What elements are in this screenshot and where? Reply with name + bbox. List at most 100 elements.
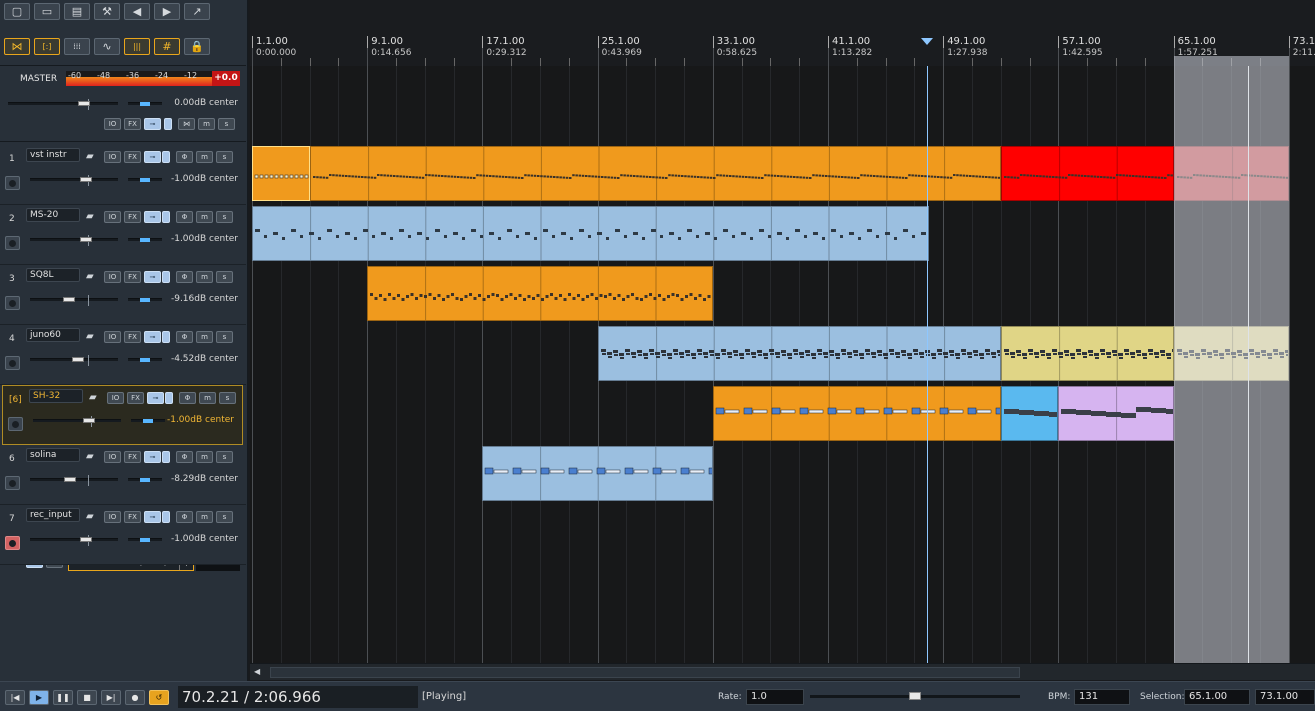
mute-button[interactable]: m: [199, 392, 216, 404]
redo-button[interactable]: ▶: [154, 3, 180, 20]
track-name-field[interactable]: MS-20: [26, 208, 80, 222]
master-fx-button[interactable]: FX: [124, 118, 141, 130]
record-arm-button[interactable]: [5, 176, 20, 190]
pan-knob[interactable]: [140, 298, 150, 302]
master-volume-knob[interactable]: [78, 101, 90, 106]
ruler-marker[interactable]: 33.1.00 0:58.625: [712, 36, 757, 64]
solo-button[interactable]: s: [216, 331, 233, 343]
io-button[interactable]: IO: [104, 511, 121, 523]
track-header-ms-20[interactable]: 2 MS-20 ▰ IO FX ⊸ Φm s -1.00dB center: [0, 205, 246, 265]
master-solo-button[interactable]: s: [218, 118, 235, 130]
phase-button[interactable]: Φ: [176, 331, 193, 343]
volume-knob[interactable]: [72, 357, 84, 362]
grid-hash-button[interactable]: #: [154, 38, 180, 55]
clip-red[interactable]: [1000, 146, 1174, 201]
solo-button[interactable]: s: [219, 392, 236, 404]
envelope-button[interactable]: ⊸: [144, 451, 161, 463]
new-file-button[interactable]: ▢: [4, 3, 30, 20]
record-arm-button[interactable]: [5, 536, 20, 550]
master-mute-button[interactable]: m: [198, 118, 215, 130]
loop-button[interactable]: ↺: [149, 690, 169, 705]
selection-end-field[interactable]: 73.1.00: [1255, 689, 1315, 705]
folder-icon[interactable]: ▰: [86, 331, 94, 342]
rate-field[interactable]: 1.0: [746, 689, 804, 705]
pan-slider[interactable]: [128, 538, 162, 542]
clip-lightblue[interactable]: [482, 446, 713, 501]
solo-button[interactable]: s: [216, 211, 233, 223]
pan-knob[interactable]: [143, 419, 153, 423]
rate-slider-knob[interactable]: [909, 692, 921, 700]
solo-button[interactable]: s: [216, 271, 233, 283]
fx-button[interactable]: FX: [124, 151, 141, 163]
pan-knob[interactable]: [140, 538, 150, 542]
scroll-left-icon[interactable]: ◀: [254, 667, 266, 678]
ruler-marker[interactable]: 41.1.00 1:13.282: [828, 36, 872, 64]
volume-slider[interactable]: [30, 175, 118, 186]
pan-slider[interactable]: [128, 298, 162, 302]
ruler-marker[interactable]: 57.1.00 1:42.595: [1058, 36, 1103, 64]
ruler-marker[interactable]: 1.1.00 0:00.000: [252, 36, 296, 64]
volume-slider[interactable]: [33, 416, 121, 427]
rate-slider[interactable]: [810, 692, 1020, 700]
pause-button[interactable]: ❚❚: [53, 690, 73, 705]
track-header-solina[interactable]: 6 solina ▰ IO FX ⊸ Φm s -8.29dB center: [0, 445, 246, 505]
track-name-field[interactable]: SQ8L: [26, 268, 80, 282]
fx-button[interactable]: FX: [124, 271, 141, 283]
stop-button[interactable]: ■: [77, 690, 97, 705]
scrollbar-thumb[interactable]: [270, 667, 1020, 678]
fx-button[interactable]: FX: [124, 331, 141, 343]
selection-range[interactable]: [1173, 66, 1289, 663]
lock-button[interactable]: 🔒: [184, 38, 210, 55]
master-volume-slider[interactable]: [8, 99, 118, 110]
mute-button[interactable]: m: [196, 211, 213, 223]
track-name-field[interactable]: juno60: [26, 328, 80, 342]
track-header-sh-32[interactable]: [6] SH-32 ▰ IO FX ⊸ Φm s -1.00dB center: [2, 385, 243, 445]
envelope-button[interactable]: ⊸: [144, 151, 161, 163]
phase-button[interactable]: Φ: [176, 151, 193, 163]
solo-button[interactable]: s: [216, 511, 233, 523]
mute-button[interactable]: m: [196, 151, 213, 163]
clip-lightblue[interactable]: [597, 326, 1001, 381]
pan-knob[interactable]: [140, 358, 150, 362]
track-name-field[interactable]: rec_input: [26, 508, 80, 522]
timeline-ruler[interactable]: 1.1.00 0:00.000 9.1.00 0:14.656 17.1.00 0:29.…: [250, 0, 1315, 66]
horizontal-scrollbar[interactable]: ◀: [250, 663, 1315, 680]
folder-icon[interactable]: ▰: [86, 271, 94, 282]
clip-orange[interactable]: [367, 266, 713, 321]
mute-button[interactable]: m: [196, 331, 213, 343]
volume-slider[interactable]: [30, 475, 118, 486]
play-button[interactable]: ▶: [29, 690, 49, 705]
mute-button[interactable]: m: [196, 451, 213, 463]
pan-knob[interactable]: [140, 238, 150, 242]
volume-knob[interactable]: [63, 297, 75, 302]
volume-slider[interactable]: [30, 235, 118, 246]
track-header-sq8l[interactable]: 3 SQ8L ▰ IO FX ⊸ Φm s -9.16dB center: [0, 265, 246, 325]
envelope-button[interactable]: ⊸: [144, 331, 161, 343]
fx-button[interactable]: FX: [124, 451, 141, 463]
envelope-button[interactable]: ⊸: [144, 211, 161, 223]
selection-start-field[interactable]: 65.1.00: [1184, 689, 1250, 705]
go-end-button[interactable]: ▶|: [101, 690, 121, 705]
grid-dots-button[interactable]: ⁞⁞⁞: [64, 38, 90, 55]
phase-button[interactable]: Φ: [179, 392, 196, 404]
clip-cyan[interactable]: [1000, 386, 1059, 441]
volume-slider[interactable]: [30, 355, 118, 366]
pan-slider[interactable]: [128, 178, 162, 182]
pan-slider[interactable]: [128, 238, 162, 242]
ruler-marker[interactable]: 25.1.00 0:43.969: [597, 36, 642, 64]
pan-slider[interactable]: [131, 419, 165, 423]
envelope-button[interactable]: ⊸: [144, 271, 161, 283]
phase-button[interactable]: Φ: [176, 211, 193, 223]
phase-button[interactable]: Φ: [176, 271, 193, 283]
clip-lavender[interactable]: [1058, 386, 1174, 441]
track-header-rec-input[interactable]: 7 rec_input ▰ IO FX ⊸ Φm s -1.00dB center: [0, 505, 246, 565]
envelope-button[interactable]: ⊸: [147, 392, 164, 404]
phase-button[interactable]: Φ: [176, 511, 193, 523]
track-header-juno60[interactable]: 4 juno60 ▰ IO FX ⊸ Φm s -4.52dB center: [0, 325, 246, 385]
arrange-view[interactable]: [250, 66, 1315, 663]
open-folder-button[interactable]: ▭: [34, 3, 60, 20]
undo-button[interactable]: ◀: [124, 3, 150, 20]
volume-slider[interactable]: [30, 295, 118, 306]
volume-knob[interactable]: [80, 537, 92, 542]
volume-knob[interactable]: [80, 237, 92, 242]
